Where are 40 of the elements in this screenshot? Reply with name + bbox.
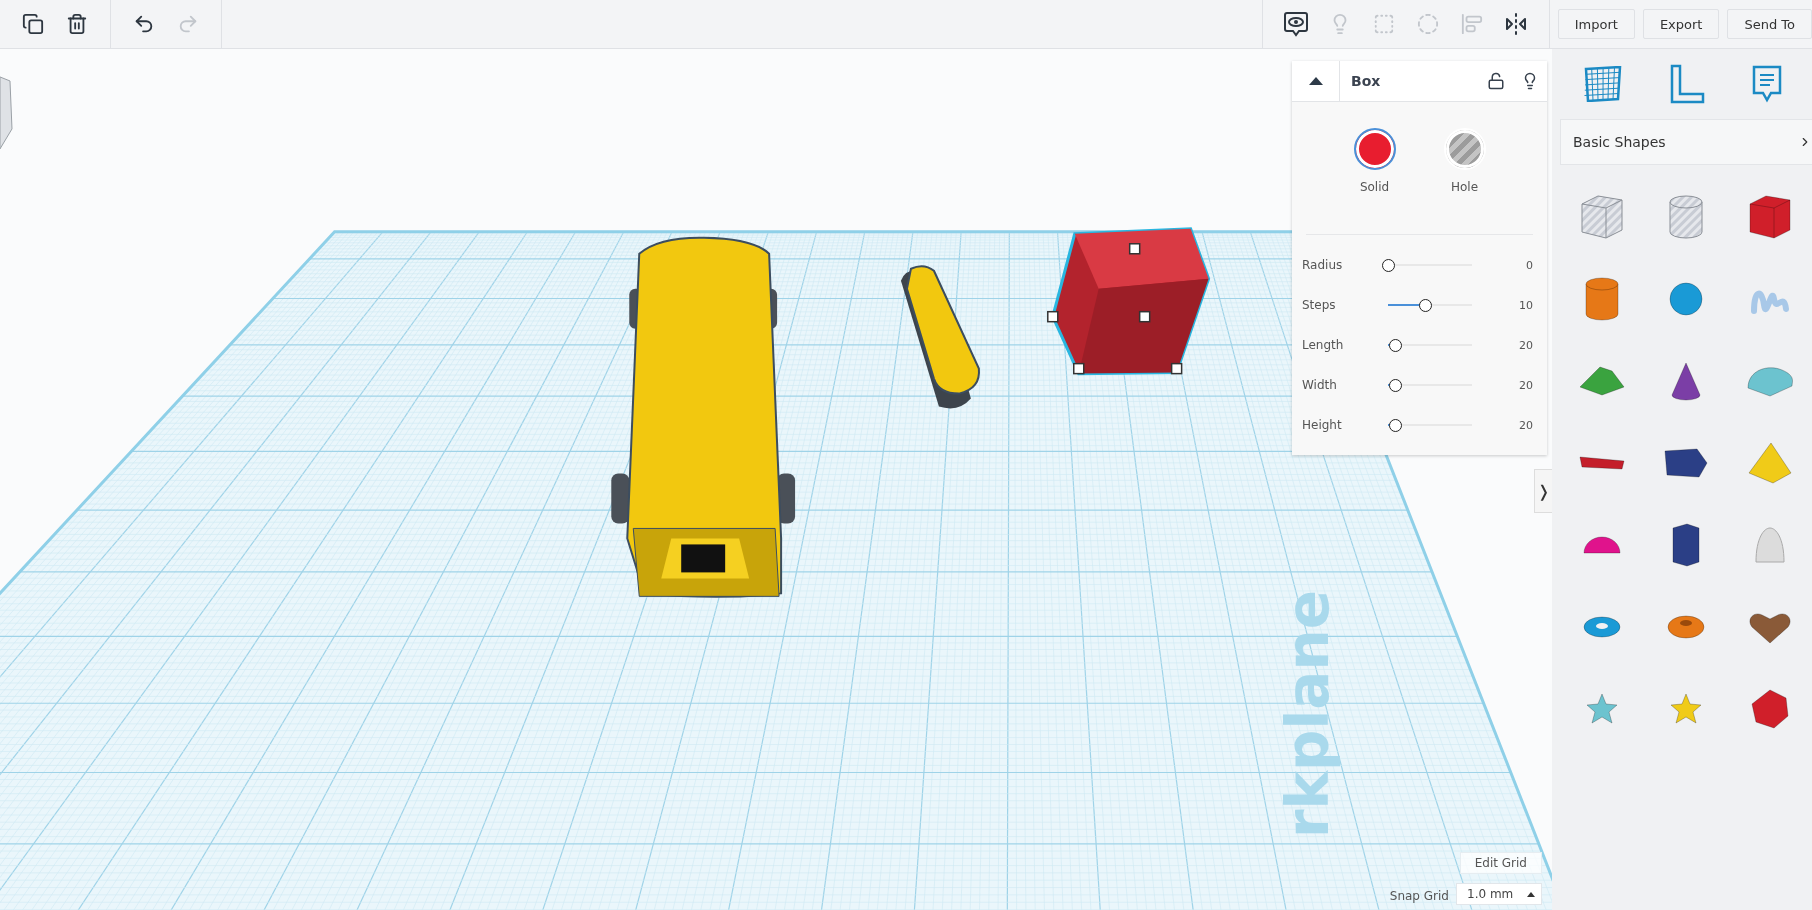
- prism-shape-icon: [1671, 522, 1701, 568]
- param-label: Width: [1302, 378, 1338, 392]
- export-button[interactable]: Export: [1642, 9, 1720, 39]
- grid-icon[interactable]: [1583, 66, 1623, 102]
- param-value: 20: [1519, 418, 1533, 432]
- snap-grid-label: Snap Grid: [1389, 889, 1449, 903]
- snap-grid-select[interactable]: 1.0 mm: [1456, 883, 1542, 905]
- shape-category-select[interactable]: Basic Shapes: [1560, 119, 1812, 165]
- param-label: Steps: [1302, 298, 1337, 312]
- import-button[interactable]: Import: [1557, 9, 1635, 39]
- param-label: Height: [1302, 418, 1343, 432]
- param-value: 0: [1526, 258, 1533, 272]
- send-to-button[interactable]: Send To: [1727, 9, 1812, 39]
- cylinder-shape-icon: [1668, 194, 1704, 240]
- param-value: 20: [1519, 378, 1533, 392]
- paraboloid-shape-icon: [1754, 526, 1786, 564]
- tube-shape-icon: [1666, 614, 1706, 640]
- param-value: 10: [1519, 298, 1533, 312]
- half-sphere-shape-icon: [1582, 535, 1622, 555]
- roof-shape-icon: [1578, 365, 1626, 397]
- ruler-icon[interactable]: [1669, 64, 1705, 104]
- torus-shape-icon: [1582, 615, 1622, 639]
- shape-name: Box: [1350, 73, 1382, 89]
- box-shape-icon: [1580, 194, 1624, 240]
- box-shape-icon: [1748, 194, 1792, 240]
- notes-icon[interactable]: [1751, 64, 1783, 104]
- sphere-shape-icon: [1668, 281, 1704, 317]
- icosahedron-shape-icon: [1750, 688, 1790, 730]
- workplane-label: rkplane: [1274, 590, 1343, 839]
- param-label: Length: [1302, 338, 1345, 352]
- panel-collapse-tab[interactable]: ❭: [1534, 469, 1552, 513]
- cone-shape-icon: [1670, 361, 1702, 401]
- param-value: 20: [1519, 338, 1533, 352]
- polygon-shape-icon: [1663, 447, 1709, 479]
- cylinder-shape-icon: [1584, 276, 1620, 322]
- param-label: Radius: [1302, 258, 1344, 272]
- pyramid-shape-icon: [1747, 441, 1793, 485]
- round-roof-shape-icon: [1746, 364, 1794, 398]
- caret-icon: [1527, 891, 1535, 897]
- edit-grid-button[interactable]: Edit Grid: [1459, 852, 1542, 874]
